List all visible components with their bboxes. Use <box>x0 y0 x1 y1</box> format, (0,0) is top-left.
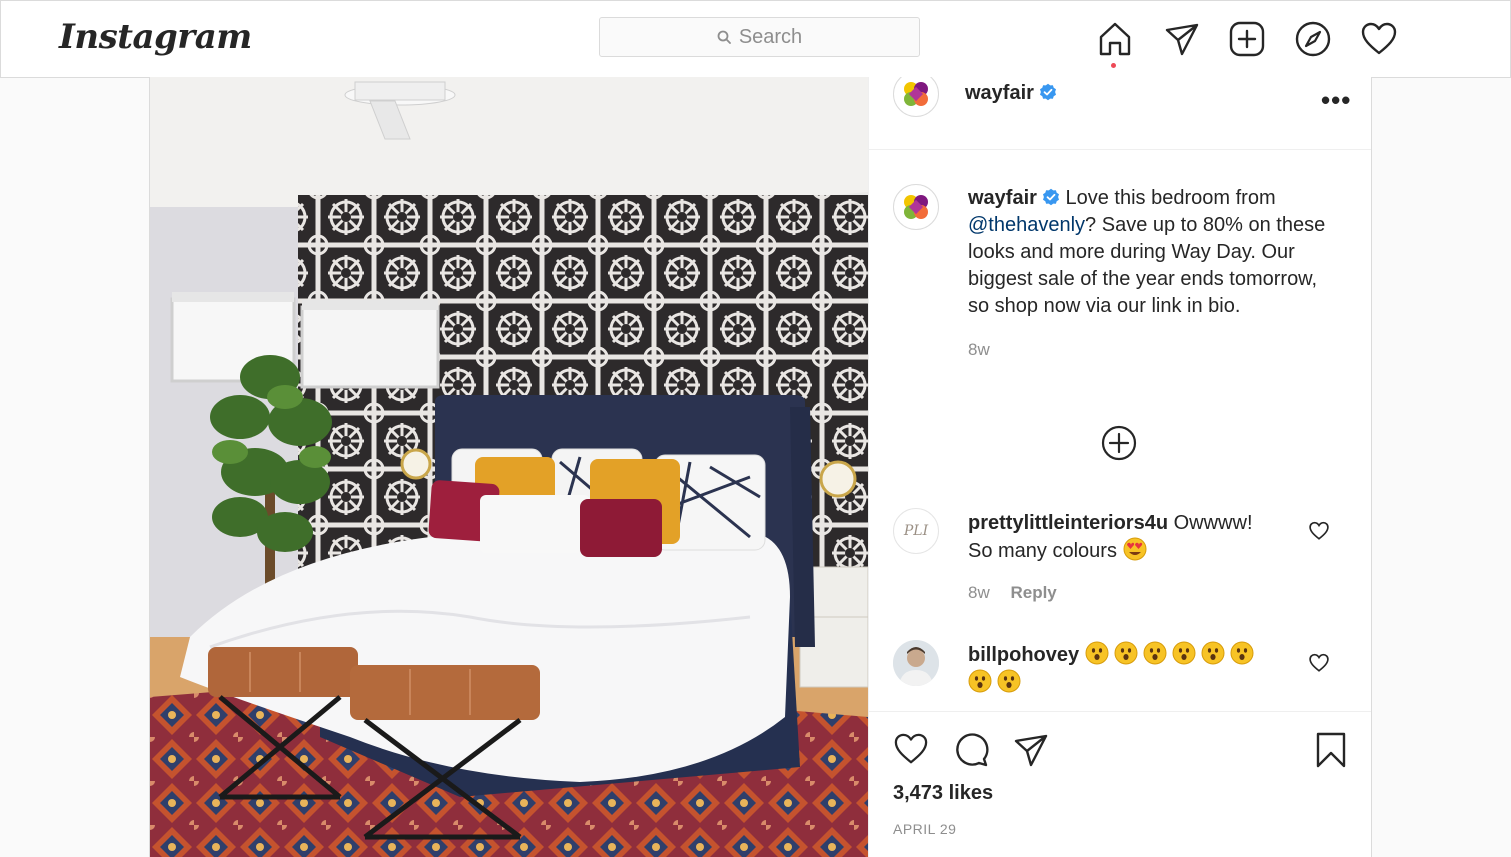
search-input[interactable]: Search <box>599 17 920 57</box>
new-post-icon[interactable] <box>1229 21 1265 57</box>
comment-meta: 8w Reply <box>968 579 1278 607</box>
bookmark-icon[interactable] <box>1315 732 1347 768</box>
caption-text-1: Love this bedroom from <box>1065 187 1276 209</box>
more-options-icon[interactable]: ••• <box>1321 85 1351 116</box>
instagram-logo[interactable]: Instagram <box>59 17 252 57</box>
author-username[interactable]: wayfair <box>965 82 1034 104</box>
comment-username[interactable]: billpohovey <box>968 644 1079 666</box>
likes-count[interactable]: 3,473 likes <box>893 782 993 805</box>
search-placeholder: Search <box>738 25 803 48</box>
avatar-monogram: PLI <box>903 523 929 539</box>
hushed-face-emoji-icon <box>1085 641 1109 665</box>
post-card: wayfair ••• wayfair Love this bedroom fr… <box>149 77 1372 857</box>
like-comment-icon[interactable] <box>1309 521 1329 541</box>
caption-username[interactable]: wayfair <box>968 187 1037 209</box>
hushed-face-emoji-icon <box>1172 641 1196 665</box>
comment-item: prettylittleinteriors4u Owwww! So many c… <box>968 509 1278 607</box>
comment-icon[interactable] <box>953 732 989 768</box>
wayfair-avatar[interactable] <box>893 77 939 117</box>
direct-icon[interactable] <box>1164 21 1200 57</box>
activity-icon[interactable] <box>1361 21 1397 57</box>
commenter-avatar[interactable] <box>893 640 939 686</box>
hushed-face-emoji-icon <box>968 669 992 693</box>
home-icon[interactable] <box>1097 21 1133 57</box>
verified-badge-icon <box>1042 188 1059 206</box>
profile-photo-icon <box>893 640 939 686</box>
hushed-face-emoji-icon <box>1201 641 1225 665</box>
search-icon <box>717 30 731 44</box>
home-notification-dot <box>1111 63 1116 68</box>
share-icon[interactable] <box>1013 732 1049 768</box>
commenter-avatar[interactable]: PLI <box>893 508 939 554</box>
like-comment-icon[interactable] <box>1309 653 1329 673</box>
caption-mention-link[interactable]: @thehavenly <box>968 214 1085 236</box>
wayfair-logo-icon <box>904 82 928 106</box>
comment-item: billpohovey <box>968 641 1278 697</box>
explore-icon[interactable] <box>1295 21 1331 57</box>
post-caption: wayfair Love this bedroom from @thehaven… <box>968 185 1338 363</box>
post-header: wayfair ••• <box>869 77 1371 150</box>
post-image[interactable] <box>150 77 868 857</box>
verified-badge-icon <box>1039 83 1056 101</box>
post-actions: 3,473 likes APRIL 29 <box>869 711 1371 857</box>
hushed-face-emoji-icon <box>1143 641 1167 665</box>
post-author: wayfair <box>965 82 1057 105</box>
hushed-face-emoji-icon <box>1114 641 1138 665</box>
wayfair-logo-icon <box>904 195 928 219</box>
hushed-face-emoji-icon <box>1230 641 1254 665</box>
caption-timestamp: 8w <box>968 340 990 359</box>
comment-timestamp: 8w <box>968 583 990 602</box>
heart-eyes-emoji-icon <box>1123 537 1147 561</box>
top-navigation-bar: Instagram Search <box>0 0 1511 78</box>
reply-button[interactable]: Reply <box>1010 583 1056 602</box>
comment-username[interactable]: prettylittleinteriors4u <box>968 512 1168 534</box>
post-date[interactable]: APRIL 29 <box>893 821 956 837</box>
caption-avatar[interactable] <box>893 184 939 230</box>
load-more-comments-icon[interactable] <box>1101 425 1137 461</box>
post-sidebar: wayfair ••• wayfair Love this bedroom fr… <box>868 77 1371 857</box>
hushed-face-emoji-icon <box>997 669 1021 693</box>
like-icon[interactable] <box>893 732 929 766</box>
